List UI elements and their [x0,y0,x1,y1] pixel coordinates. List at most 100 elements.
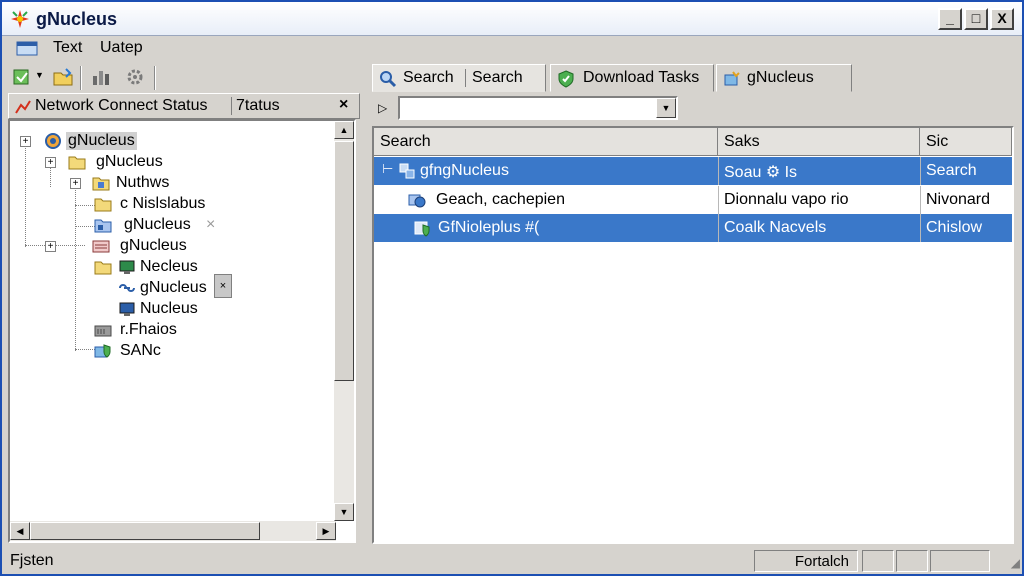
result-sic: Search [926,162,977,179]
network-tree-icon [399,163,415,179]
column-header-label: Sic [926,133,949,150]
chevron-down-icon[interactable]: ▼ [656,98,676,118]
tree-item[interactable]: + gNucleus [10,152,330,172]
result-sic: Nivonard [926,191,991,208]
tab-label: gNucleus [747,69,814,86]
window-title: gNucleus [36,9,118,29]
network-tree[interactable]: + gNucleus + gNucleus + Nuthws c Nislsla… [8,119,356,543]
tree-item[interactable]: c Nislslabus [10,194,330,214]
scroll-thumb[interactable] [30,522,260,540]
results-list[interactable]: Search Saks Sic ⊢ gfngNucleus Soau ⚙ Is … [372,126,1014,544]
column-divider [920,214,921,242]
toolbar-separator [154,66,156,90]
tree-item-label: c Nislslabus [120,195,206,212]
title-bar[interactable]: gNucleus _ □ X [2,2,1022,36]
result-sic: Chislow [926,219,983,236]
column-header-saks[interactable]: Saks [718,128,920,156]
expand-toggle-icon[interactable]: + [70,178,81,189]
search-bar: ▷ ▼ [372,94,678,122]
tree-item-root[interactable]: + gNucleus [10,131,330,151]
expand-toggle-icon[interactable]: + [45,157,56,168]
column-divider [718,214,719,242]
scroll-thumb[interactable] [334,141,354,381]
tree-item[interactable]: r.Fhaios [10,320,330,340]
result-saks: Coalk Nacvels [724,219,827,236]
expand-toggle-icon[interactable]: + [45,241,56,252]
search-input[interactable] [402,99,652,117]
folder-net-icon [94,219,112,233]
tree-item[interactable]: gNucleus × [10,215,330,235]
column-divider [718,186,719,214]
dropdown-arrow-icon[interactable]: ▼ [35,70,44,80]
pin-icon[interactable]: × [214,274,232,298]
status-panel-text: Fortalch [794,553,849,570]
tab-label: Download Tasks [583,69,700,86]
tree-item-label: Necleus [140,258,198,275]
tab-gnucleus[interactable]: gNucleus [716,64,852,92]
server-icon [94,325,112,337]
gnucleus-logo-icon [11,10,29,28]
tree-item[interactable]: + gNucleus [10,236,330,256]
tree-vertical-scrollbar[interactable]: ▲ ▼ [334,121,354,521]
tree-item[interactable]: SANc [10,341,330,361]
shield-icon [94,344,111,358]
status-panel [862,550,894,572]
tree-item[interactable]: gNucleus × [10,274,330,298]
tree-item-label: gNucleus [140,279,207,296]
status-panel: Fortalch [754,550,858,572]
link-icon [119,284,135,292]
status-tab-label[interactable]: 7tatus [231,97,280,115]
window-menu-icon[interactable] [16,41,38,56]
column-header-sic[interactable]: Sic [920,128,1012,156]
nucleus-globe-icon [45,133,61,149]
open-folder-icon[interactable] [52,66,74,88]
scroll-up-icon[interactable]: ▲ [334,121,354,139]
scroll-right-icon[interactable]: ▶ [316,522,336,540]
menu-uatep[interactable]: Uatep [100,39,143,57]
scroll-left-icon[interactable]: ◀ [10,522,30,540]
close-pane-icon[interactable]: × [339,96,348,114]
monitor-icon [119,260,135,274]
status-bar: Fjsten Fortalch ◢ [2,548,1022,574]
tab-search[interactable]: Search Search [372,64,546,92]
tree-item[interactable]: Necleus [10,257,330,277]
collapse-toggle-icon[interactable]: + [20,136,31,147]
scroll-down-icon[interactable]: ▼ [334,503,354,521]
table-row[interactable]: Geach, cachepien Dionnalu vapo rio Nivon… [374,186,1012,214]
resize-grip-icon[interactable]: ◢ [1011,556,1020,570]
folder-globe-icon [408,194,426,208]
tree-item[interactable]: Nucleus [10,299,330,319]
search-icon [380,71,397,88]
tree-item[interactable]: + Nuthws [10,173,330,193]
maximize-button[interactable]: □ [964,8,988,30]
search-combo[interactable]: ▼ [398,96,678,120]
tree-item-label: r.Fhaios [120,321,177,338]
column-header-search[interactable]: Search [374,128,718,156]
result-name: GfNioleplus #( [438,219,540,236]
tree-item-label: gNucleus [124,216,191,233]
table-row[interactable]: GfNioleplus #( Coalk Nacvels Chislow [374,214,1012,242]
folder-icon [94,261,112,275]
tree-item-label: gNucleus [66,132,137,150]
menu-text[interactable]: Text [53,39,82,57]
close-button[interactable]: X [990,8,1014,30]
folder-icon [68,156,86,170]
statistics-icon[interactable] [90,66,112,88]
folder-icon [94,198,112,212]
settings-icon[interactable] [124,66,146,88]
tree-item-label: Nucleus [140,300,198,317]
search-go-icon[interactable]: ▷ [378,101,387,115]
tree-item-label: gNucleus [120,237,187,254]
connect-icon[interactable] [12,66,34,88]
app-window: gNucleus _ □ X Text Uatep ▼ Network Conn… [0,0,1024,576]
network-status-tab[interactable]: Network Connect Status 7tatus × [8,93,360,119]
column-divider [920,157,921,185]
minimize-button[interactable]: _ [938,8,962,30]
network-folder-icon [92,240,110,253]
monitor-icon [119,302,135,316]
table-row[interactable]: ⊢ gfngNucleus Soau ⚙ Is Search [374,157,1012,185]
network-chart-icon [15,100,31,114]
tab-download-tasks[interactable]: Download Tasks [550,64,714,92]
tree-horizontal-scrollbar[interactable]: ◀ ▶ [10,521,336,541]
shield-download-icon [558,70,574,88]
